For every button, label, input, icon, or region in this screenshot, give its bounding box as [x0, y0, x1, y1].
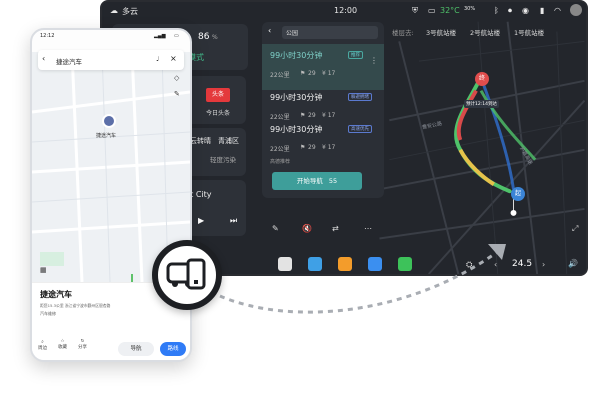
start-navigation-button[interactable]: 开始导航 55 — [272, 172, 362, 190]
route-lights: 29 — [308, 144, 316, 151]
nearby-button[interactable]: ⌕ 周边 — [38, 339, 47, 351]
phone-status-bar: 12:12 ▂▄▆ ▭ — [32, 30, 190, 42]
traffic-light-icon: ⚑ — [300, 144, 306, 151]
battery-icon: ▭ — [174, 33, 179, 39]
route-tag: 高速优先 — [348, 125, 372, 133]
car-phone-link-icon — [166, 258, 206, 290]
route-button[interactable]: 路线 — [160, 342, 186, 356]
wifi-icon: ◠ — [554, 6, 561, 15]
connection-arrow — [219, 244, 506, 314]
route-panel: ‹ 公园 99小时30分钟 推荐 22公里 ⚑ 29 ¥ 17 ⋮ 99小时30… — [262, 22, 384, 198]
clock: 12:00 — [334, 6, 358, 15]
phone-search-bar[interactable]: ‹ 捷途汽车 ♩ × — [38, 50, 184, 70]
close-icon[interactable]: × — [170, 54, 177, 63]
news-app-name: 今日头条 — [206, 110, 231, 117]
route-lights: 29 — [308, 70, 316, 77]
air-quality: 轻度污染 — [210, 156, 236, 164]
route-time: 99小时30分钟 — [270, 125, 323, 134]
search-input[interactable]: 公园 — [282, 26, 378, 39]
mic-icon: ⏺ — [508, 6, 512, 15]
traffic-light-icon: ⚑ — [300, 70, 306, 77]
mute-icon[interactable]: 🔇 — [302, 224, 312, 233]
battery-icon: ▭ — [428, 6, 436, 15]
avatar-icon[interactable] — [570, 4, 582, 16]
phone-device: 12:12 ▂▄▆ ▭ 捷途汽车 ◇ ✎ ▦ ‹ 捷途汽车 ♩ × 捷途汽车 距… — [30, 28, 192, 362]
route-time: 99小时30分钟 — [270, 93, 323, 102]
route-distance: 22公里 — [270, 72, 290, 79]
layers-icon[interactable]: ◇ — [174, 74, 179, 82]
floor-label: 楼层去: — [392, 29, 414, 37]
outside-temperature: 32°C — [440, 6, 460, 15]
signal-icon: ▂▄▆ — [154, 33, 166, 39]
weather-region: 青浦区 — [218, 137, 239, 145]
start-button-label: 开始导航 — [296, 177, 323, 185]
sun-cloud-icon: ☁ — [110, 6, 118, 15]
route-tag: 推荐 — [348, 51, 363, 59]
floor-option[interactable]: 2号航站楼 — [470, 24, 500, 42]
traffic-icon[interactable]: ▦ — [40, 266, 47, 274]
route-share-icon[interactable]: ⇄ — [332, 224, 339, 233]
poi-pin[interactable] — [102, 114, 116, 128]
car-status-bar: ☁ 多云 12:00 ⛨ ▭ 32°C 30% ᛒ ⏺ ◉ ▮ ◠ — [102, 2, 586, 20]
poi-category: 汽车维修 — [40, 311, 56, 316]
floor-option[interactable]: 3号航站楼 — [426, 24, 456, 42]
bluetooth-icon: ᛒ — [494, 6, 499, 15]
phone-search-text: 捷途汽车 — [56, 58, 82, 66]
toutiao-app-icon: 头条 — [206, 88, 230, 102]
route-cost: ¥ 17 — [322, 70, 336, 77]
route-tag: 躲避拥堵 — [348, 93, 372, 101]
map-poi-label: 捷途汽车 — [96, 133, 117, 139]
start-countdown: 55 — [328, 177, 338, 185]
next-track-icon[interactable]: ⏭ — [230, 216, 237, 226]
speaker-icon: ◉ — [522, 6, 529, 15]
battery-unit: % — [212, 34, 218, 41]
route-time: 99小时30分钟 — [270, 51, 323, 60]
floor-selector: 楼层去: 3号航站楼 2号航站楼 1号航站楼 — [392, 24, 552, 42]
preference-label: 高德推荐 — [270, 159, 291, 165]
more-icon[interactable]: ⋮ — [370, 56, 378, 65]
eta-label: 预计12:14到达 — [464, 100, 499, 108]
more-options-icon[interactable]: ⋯ — [364, 224, 372, 233]
route-distance: 22公里 — [270, 146, 290, 153]
destination-marker[interactable]: 终 — [475, 72, 489, 86]
chevron-right-icon[interactable]: › — [542, 260, 545, 269]
weather-text: 多云 — [122, 7, 138, 16]
favorite-button[interactable]: ☆ 收藏 — [58, 339, 67, 350]
search-query: 公园 — [286, 30, 299, 37]
floor-option[interactable]: 1号航站楼 — [514, 24, 544, 42]
mic-icon[interactable]: ♩ — [156, 55, 159, 63]
phone-time: 12:12 — [40, 33, 55, 39]
route-option[interactable]: 99小时30分钟 推荐 22公里 ⚑ 29 ¥ 17 ⋮ — [262, 44, 384, 90]
weather-condition: 云转晴 — [190, 137, 211, 145]
play-icon[interactable]: ▶ — [198, 216, 204, 225]
edit-icon[interactable]: ✎ — [272, 224, 279, 233]
share-button[interactable]: ↻ 分享 — [78, 339, 87, 350]
fullscreen-icon[interactable]: ⤢ — [572, 224, 578, 234]
poi-actions: ⌕ 周边 ☆ 收藏 ↻ 分享 导航 路线 — [32, 339, 190, 359]
report-icon[interactable]: ✎ — [174, 90, 180, 98]
volume-icon[interactable]: 🔊 — [568, 259, 578, 268]
route-cost: ¥ 17 — [322, 144, 336, 151]
back-arrow-icon[interactable]: ‹ — [268, 26, 271, 35]
humidity: 30% — [464, 6, 476, 12]
network-icon: ▮ — [540, 6, 545, 15]
poi-name: 捷途汽车 — [40, 290, 72, 299]
origin-marker[interactable]: 起 — [511, 187, 525, 201]
phone-to-car-connector — [152, 240, 222, 310]
back-arrow-icon[interactable]: ‹ — [42, 54, 45, 63]
shield-icon: ⛨ — [412, 6, 418, 15]
battery-percent: 86 — [198, 32, 210, 42]
navigate-button[interactable]: 导航 — [118, 342, 154, 356]
